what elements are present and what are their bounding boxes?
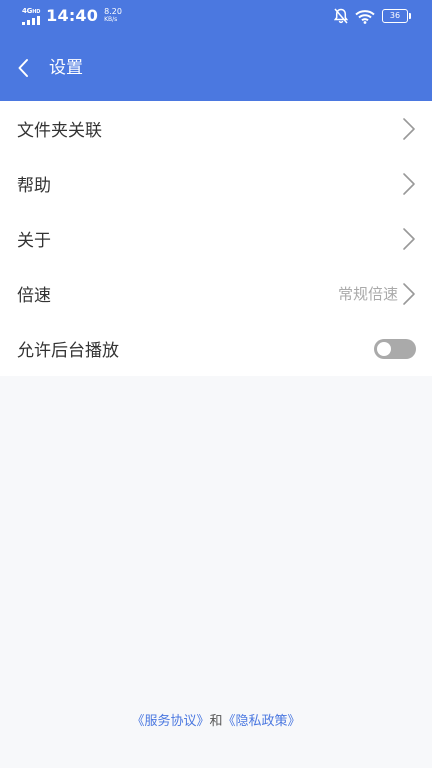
signal-bars-icon [22,15,40,25]
network-speed: 8.20 KB/s [104,6,122,24]
status-right: 36 [334,8,411,24]
settings-item-playback-speed[interactable]: 倍速 常规倍速 [0,266,432,321]
settings-item-label: 倍速 [17,286,51,306]
page-title: 设置 [49,58,83,78]
status-time: 14:40 [46,6,99,25]
settings-item-label: 帮助 [17,176,51,196]
settings-item-background-playback: 允许后台播放 [0,321,432,376]
back-button[interactable] [12,55,34,81]
settings-item-label: 关于 [17,231,51,251]
chevron-right-icon [403,227,415,250]
settings-item-folder-association[interactable]: 文件夹关联 [0,101,432,156]
settings-item-label: 允许后台播放 [17,341,119,361]
playback-speed-value: 常规倍速 [337,285,398,303]
settings-list: 文件夹关联 帮助 关于 倍速 常规倍速 允许后台播放 [0,101,432,376]
wifi-icon [355,9,375,24]
battery-indicator: 36 [382,9,411,23]
app-header: 4GHD 14:40 8.20 KB/s 36 设置 [0,0,432,101]
chevron-left-icon [18,59,28,77]
network-speed-value: 8.20 [104,6,122,16]
settings-item-label: 文件夹关联 [17,121,102,141]
signal-indicator: 4GHD [22,7,40,25]
chevron-right-icon [403,117,415,140]
chevron-right-icon [403,172,415,195]
status-bar: 4GHD 14:40 8.20 KB/s 36 [0,0,432,34]
battery-level: 36 [389,11,401,20]
network-type-label: 4GHD [22,6,41,15]
chevron-right-icon [403,282,415,305]
network-speed-unit: KB/s [104,15,118,23]
settings-item-help[interactable]: 帮助 [0,156,432,211]
footer-links: 《服务协议》和《隐私政策》 [0,710,432,729]
bell-muted-icon [334,8,348,24]
background-playback-toggle[interactable] [374,338,416,359]
settings-item-about[interactable]: 关于 [0,211,432,266]
toggle-knob [377,341,391,356]
footer-and-text: 和 [209,714,223,729]
service-agreement-link[interactable]: 《服务协议》 [131,714,209,729]
status-left: 4GHD 14:40 8.20 KB/s [22,6,122,25]
privacy-policy-link[interactable]: 《隐私政策》 [223,714,301,729]
